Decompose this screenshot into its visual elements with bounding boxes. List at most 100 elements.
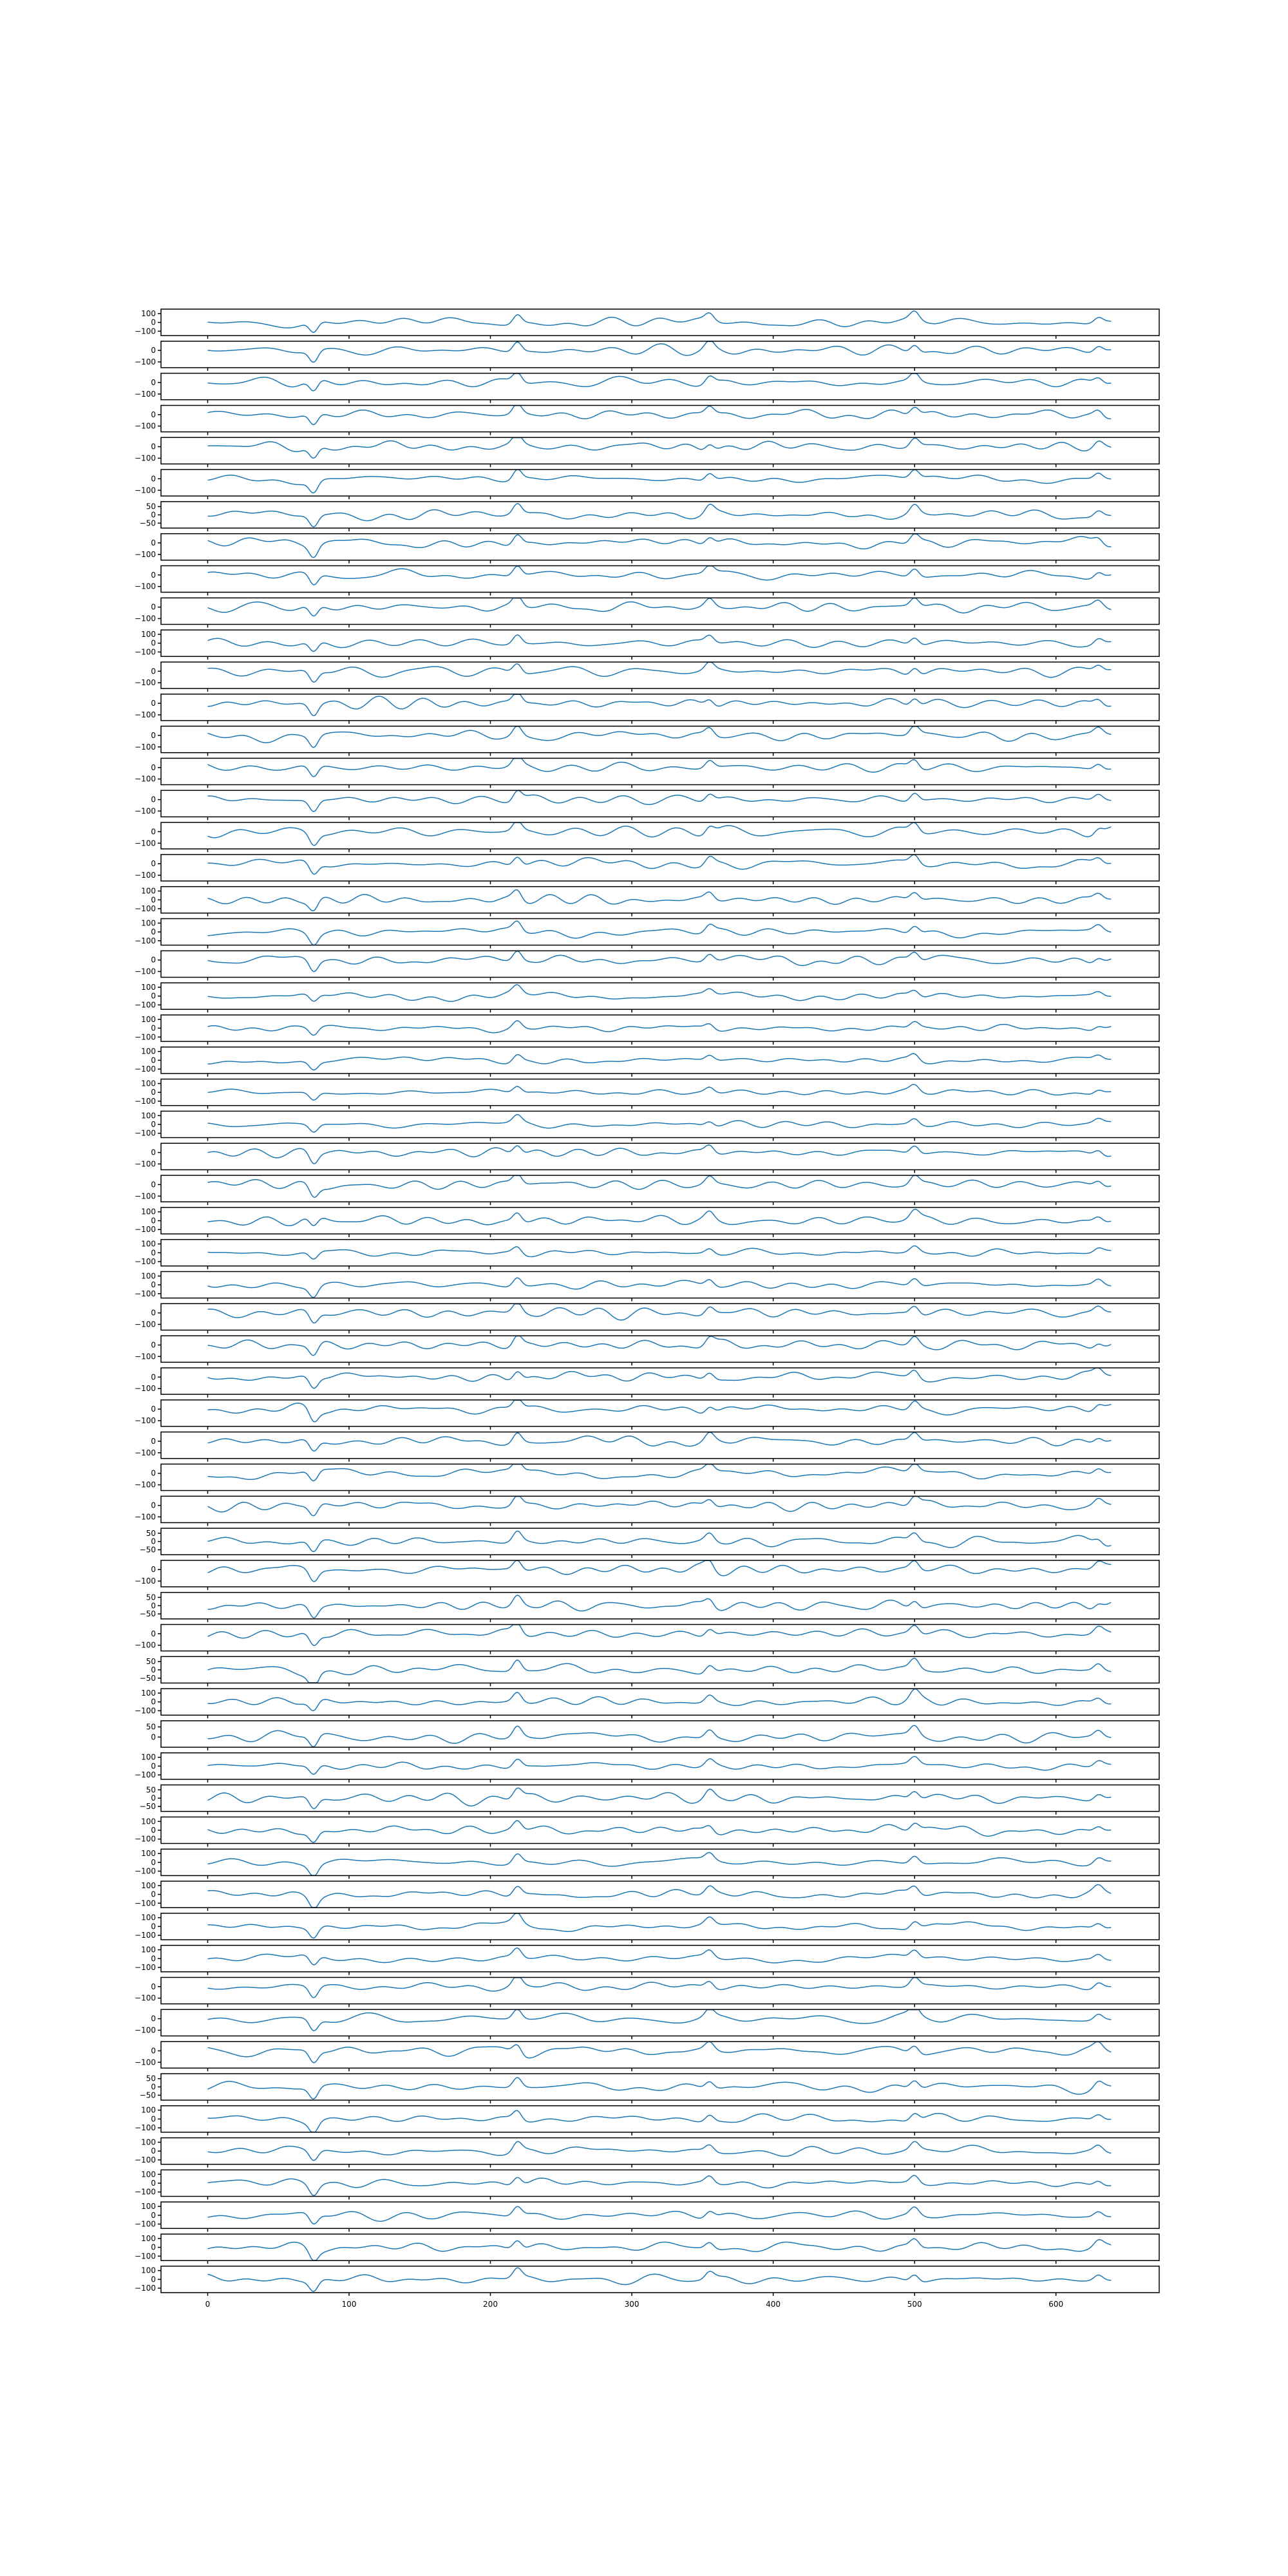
axes-frame-11 [160,629,1160,658]
y-tick-label-60-2: 0 [151,2211,156,2220]
signal-line-3 [207,373,1112,392]
subplot-10: 0 −100 [135,597,1160,628]
subplot-9: 0 −100 [135,565,1160,596]
y-tick-label-1-1: 100 [141,309,156,318]
y-tick-label-24-3: −100 [135,1065,156,1074]
signal-line-6 [207,469,1112,494]
signal-line-29 [207,1208,1112,1227]
axes-frame-46 [160,1752,1160,1780]
signal-line-10 [207,597,1112,617]
y-tick-label-44-3: −100 [135,1706,156,1715]
axes-frame-5 [160,437,1160,465]
y-tick-label-26-1: 100 [141,1111,156,1120]
y-tick-label-30-1: 100 [141,1240,156,1249]
y-tick-label-41-1: 50 [146,1593,156,1602]
axes-frame-20 [160,918,1160,946]
signal-line-47 [207,1787,1112,1810]
subplot-26: 1000−100 [135,1110,1160,1141]
y-tick-label-6-1: 0 [151,474,156,483]
y-tick-label-62-1: 100 [141,2266,156,2275]
y-tick-label-26-3: −100 [135,1129,156,1138]
axes-frame-1 [160,308,1160,336]
y-tick-label-9-2: −100 [135,582,156,591]
y-tick-label-15-2: −100 [135,775,156,784]
subplot-2: 0 −100 [135,341,1160,371]
y-tick-label-16-2: −100 [135,806,156,815]
y-tick-label-59-3: −100 [135,2188,156,2197]
axes-frame-4 [160,404,1160,433]
subplot-51: 1000−100 [135,1913,1160,1943]
signal-line-54 [207,2009,1112,2032]
y-tick-label-18-1: 0 [151,859,156,868]
y-tick-label-32-2: −100 [135,1320,156,1329]
subplot-45: 500 [146,1720,1160,1751]
axes-frame-6 [160,469,1160,497]
y-tick-label-61-3: −100 [135,2251,156,2260]
y-tick-label-5-2: −100 [135,454,156,463]
y-tick-label-59-2: 0 [151,2179,156,2188]
subplot-53: 0 −100 [135,1976,1160,2007]
y-tick-label-36-1: 0 [151,1437,156,1446]
axes-frame-39 [160,1528,1160,1555]
subplot-15: 0 −100 [135,757,1160,788]
subplot-50: 1000−100 [135,1880,1160,1911]
y-tick-label-5-1: 0 [151,442,156,451]
axes-frame-55 [160,2041,1160,2069]
subplot-47: 500−50 [140,1784,1160,1815]
axes-frame-62 [160,2266,1160,2293]
y-tick-label-1-2: 0 [151,318,156,327]
signal-line-13 [207,694,1112,717]
y-tick-label-21-1: 0 [151,956,156,965]
y-tick-label-25-2: 0 [151,1088,156,1097]
y-tick-label-62-2: 0 [151,2275,156,2284]
y-tick-label-41-3: −50 [140,1609,156,1618]
y-tick-label-24-2: 0 [151,1056,156,1065]
signal-line-62 [207,2267,1112,2292]
y-tick-label-58-3: −100 [135,2155,156,2164]
axes-frame-17 [160,822,1160,849]
signal-line-4 [207,405,1112,426]
signal-line-51 [207,1913,1112,1939]
y-tick-label-51-3: −100 [135,1931,156,1940]
axes-frame-3 [160,372,1160,401]
signal-line-19 [207,889,1112,912]
y-tick-label-22-3: −100 [135,1000,156,1009]
y-tick-label-34-2: −100 [135,1384,156,1393]
y-tick-label-53-1: 0 [151,1982,156,1991]
y-tick-label-35-2: −100 [135,1416,156,1425]
subplot-24: 1000−100 [135,1046,1160,1077]
subplot-49: 1000−100 [135,1848,1160,1879]
axes-frame-56 [160,2073,1160,2101]
axes-frame-54 [160,2009,1160,2037]
subplot-62: 1000−100 [135,2266,1160,2296]
subplot-22: 1000−100 [135,982,1160,1013]
y-tick-label-26-2: 0 [151,1120,156,1129]
y-tick-label-8-1: 0 [151,538,156,547]
y-tick-label-40-1: 0 [151,1565,156,1574]
y-tick-label-49-2: 0 [151,1858,156,1867]
stacked-signal-figure: 1000−1000−1000−1000−1000−1000−100500−500… [0,0,1288,2576]
y-tick-label-23-1: 100 [141,1015,156,1024]
y-tick-label-54-2: −100 [135,2026,156,2035]
y-tick-label-14-1: 0 [151,731,156,740]
y-tick-label-4-2: −100 [135,422,156,431]
signal-line-20 [207,920,1112,946]
y-tick-label-2-2: −100 [135,357,156,366]
x-tick-label-1: 0 [205,2300,211,2309]
subplot-34: 0 −100 [135,1367,1160,1398]
subplot-31: 1000−100 [135,1271,1160,1302]
axes-frame-37 [160,1463,1160,1492]
axes-frame-10 [160,597,1160,625]
subplot-20: 1000−100 [135,918,1160,949]
y-tick-label-40-2: −100 [135,1577,156,1586]
y-tick-label-28-2: −100 [135,1191,156,1200]
y-tick-label-46-3: −100 [135,1770,156,1779]
subplot-29: 1000−100 [135,1207,1160,1237]
subplot-38: 0 −100 [135,1495,1160,1526]
signal-line-28 [207,1175,1112,1198]
y-tick-label-42-2: −100 [135,1641,156,1650]
y-tick-label-29-1: 100 [141,1208,156,1217]
y-tick-label-2-1: 0 [151,346,156,355]
signal-line-39 [207,1530,1112,1553]
y-tick-label-58-1: 100 [141,2138,156,2147]
